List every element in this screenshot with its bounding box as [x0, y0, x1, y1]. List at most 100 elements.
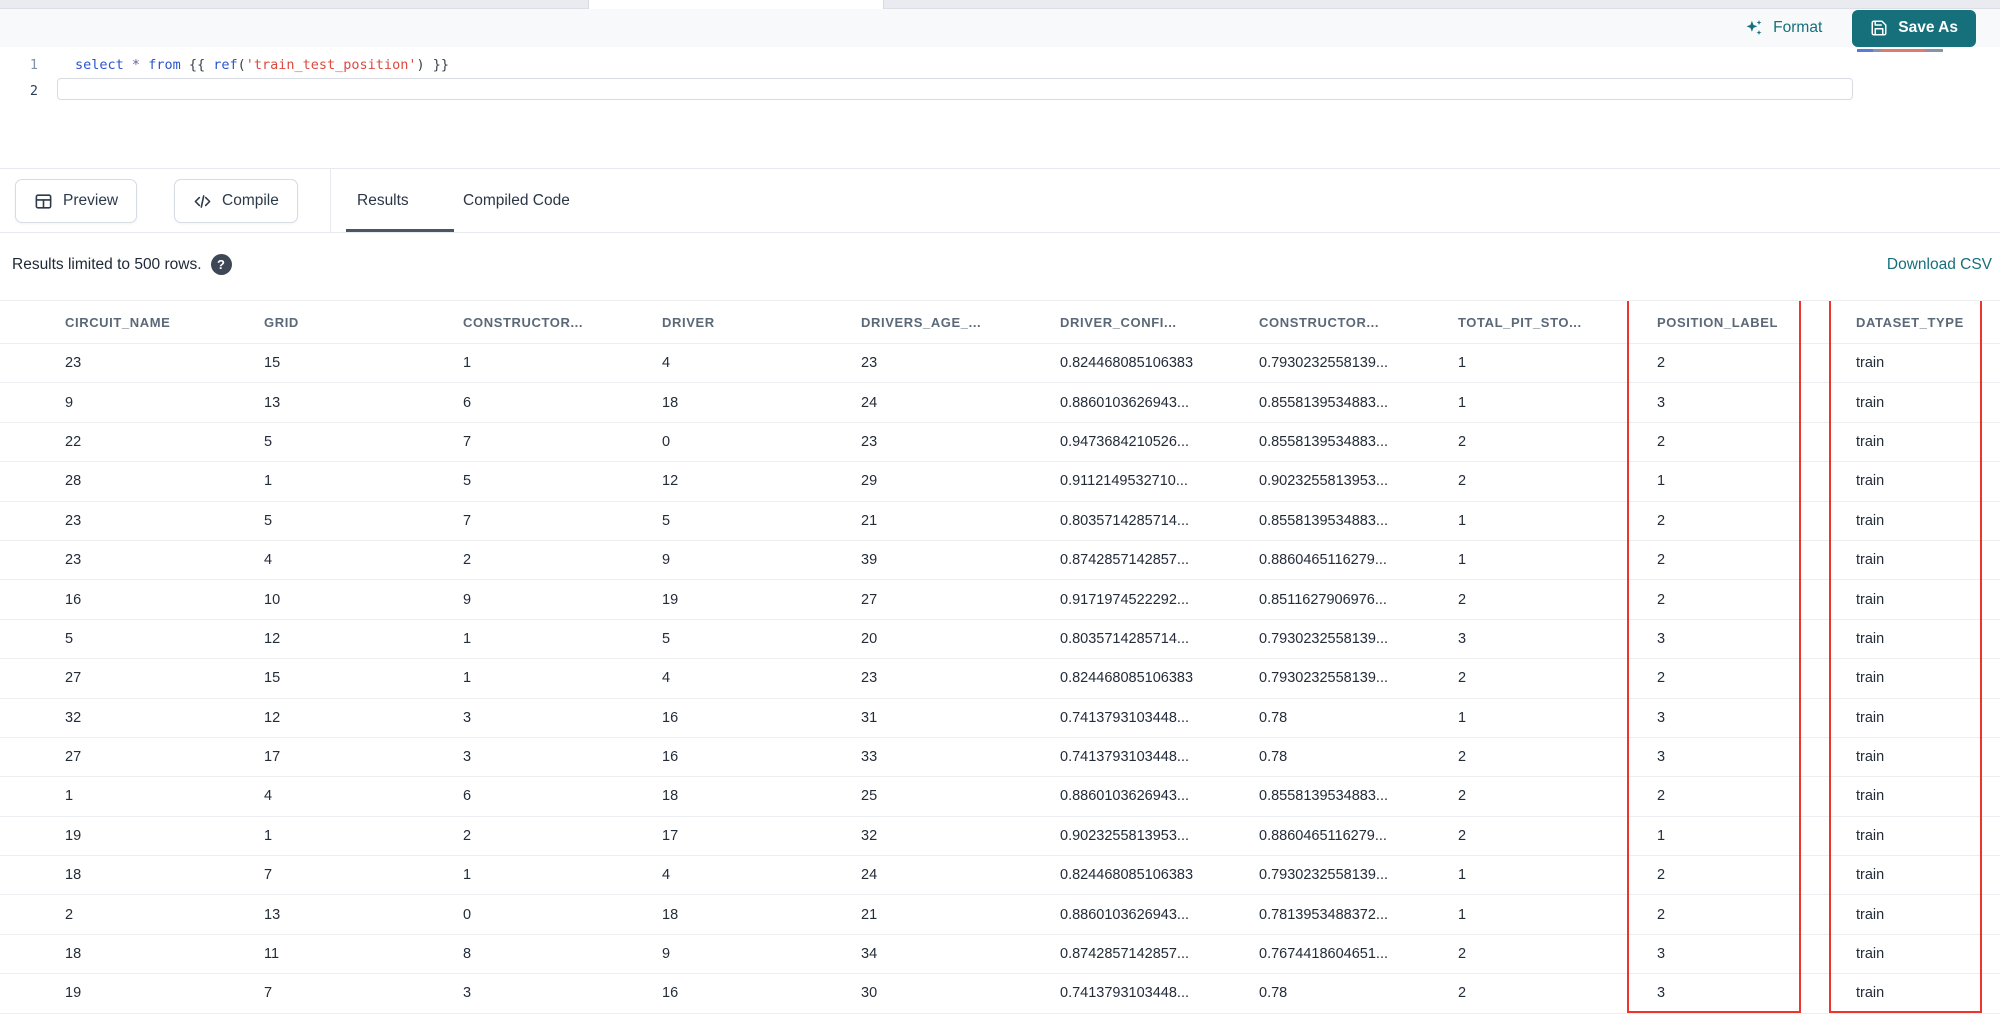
sparkles-icon: [1744, 18, 1764, 38]
column-header-drivers_age_: DRIVERS_AGE_...: [861, 314, 982, 330]
table-cell: 23: [65, 355, 82, 372]
table-cell: 2: [65, 906, 74, 923]
table-cell: 0.9023255813953...: [1060, 827, 1190, 844]
table-cell: 23: [861, 670, 878, 687]
help-icon[interactable]: ?: [210, 254, 232, 275]
code-token: from: [148, 57, 181, 73]
table-cell: 29: [861, 473, 878, 490]
table-cell: 22: [65, 433, 82, 450]
table-cell: 0.78: [1259, 749, 1288, 766]
table-cell: 15: [264, 355, 281, 372]
active-file-tab[interactable]: [588, 0, 884, 9]
table-cell: 27: [65, 749, 82, 766]
column-header-driver_confi: DRIVER_CONFI...: [1060, 314, 1177, 330]
table-cell: 5: [65, 630, 74, 647]
table-cell: 3: [463, 985, 472, 1002]
preview-button[interactable]: Preview: [15, 179, 138, 223]
results-limit-text: Results limited to 500 rows.: [12, 255, 202, 273]
table-cell: 18: [662, 788, 679, 805]
table-cell: 9: [463, 591, 472, 608]
code-token: ref: [213, 57, 238, 73]
divider: [0, 232, 2000, 233]
table-cell: 23: [861, 433, 878, 450]
table-cell: 9: [662, 552, 671, 569]
code-token: (: [237, 57, 246, 73]
table-cell: 7: [264, 867, 273, 884]
table-cell: 28: [65, 473, 82, 490]
table-icon: [34, 192, 53, 211]
table-cell: 7: [463, 512, 472, 529]
table-cell: 0.7813953488372...: [1259, 906, 1389, 923]
highlight-box-dataset-type: [1829, 301, 1982, 1013]
table-cell: 4: [662, 355, 671, 372]
table-cell: 19: [65, 985, 82, 1002]
table-cell: 0: [463, 906, 472, 923]
table-cell: 3: [463, 709, 472, 726]
table-cell: 33: [861, 749, 878, 766]
table-cell: 1: [463, 355, 472, 372]
table-cell: 19: [65, 827, 82, 844]
table-cell: 3: [463, 749, 472, 766]
table-cell: 0.8860103626943...: [1060, 788, 1190, 805]
table-cell: 30: [861, 985, 878, 1002]
table-cell: 25: [861, 788, 878, 805]
table-cell: 0.7674418604651...: [1259, 946, 1389, 963]
save-icon: [1870, 19, 1888, 37]
sql-ide-window: Format Save As 1 2 select * from {{ ref(…: [0, 0, 2000, 1020]
table-cell: 5: [264, 512, 273, 529]
table-cell: 0.7930232558139...: [1259, 670, 1389, 687]
table-cell: 9: [65, 394, 74, 411]
divider: [330, 169, 331, 232]
table-cell: 0.7413793103448...: [1060, 749, 1190, 766]
table-cell: 16: [662, 709, 679, 726]
table-cell: 1: [264, 473, 273, 490]
table-cell: 0.8558139534883...: [1259, 433, 1389, 450]
compile-button[interactable]: Compile: [174, 179, 298, 223]
table-cell: 4: [662, 867, 671, 884]
table-cell: 27: [65, 670, 82, 687]
column-header-circuit_name: CIRCUIT_NAME: [65, 314, 171, 330]
table-cell: 13: [264, 394, 281, 411]
active-line-cursor-box: [57, 78, 1853, 100]
preview-button-label: Preview: [63, 192, 119, 209]
editor-tab-strip: [0, 0, 2000, 9]
results-limit-note: Results limited to 500 rows. ?: [12, 254, 232, 275]
table-cell: 0.8558139534883...: [1259, 512, 1389, 529]
editor-minimap[interactable]: [1857, 47, 1989, 57]
sql-editor[interactable]: 1 2 select * from {{ ref('train_test_pos…: [0, 47, 2000, 168]
table-cell: 18: [65, 946, 82, 963]
table-cell: 0.8860103626943...: [1060, 906, 1190, 923]
compile-button-label: Compile: [222, 192, 279, 209]
tab-compiled-code[interactable]: Compiled Code: [463, 169, 570, 232]
line-number: 2: [29, 83, 38, 99]
table-cell: 0.7930232558139...: [1259, 867, 1389, 884]
table-cell: 10: [264, 591, 281, 608]
format-button[interactable]: Format: [1744, 18, 1822, 38]
table-cell: 0.9171974522292...: [1060, 591, 1190, 608]
tab-results[interactable]: Results: [357, 169, 409, 232]
table-cell: 7: [264, 985, 273, 1002]
table-cell: 0.7930232558139...: [1259, 630, 1389, 647]
code-token: *: [131, 57, 141, 73]
table-cell: 7: [463, 433, 472, 450]
table-cell: 0.8035714285714...: [1060, 630, 1190, 647]
table-cell: 20: [861, 630, 878, 647]
table-cell: 0.8860103626943...: [1060, 394, 1190, 411]
save-as-button-label: Save As: [1898, 19, 1958, 36]
code-line[interactable]: select * from {{ ref('train_test_positio…: [75, 56, 449, 74]
table-cell: 0.9473684210526...: [1060, 433, 1190, 450]
table-cell: 0.824468085106383: [1060, 867, 1194, 884]
table-cell: 2: [463, 552, 472, 569]
table-cell: 0.8558139534883...: [1259, 788, 1389, 805]
table-cell: 1: [463, 670, 472, 687]
save-as-button[interactable]: Save As: [1852, 9, 1976, 47]
download-csv-link[interactable]: Download CSV: [1887, 256, 1992, 274]
code-icon: [193, 192, 212, 211]
table-cell: 13: [264, 906, 281, 923]
highlight-box-position-label: [1627, 301, 1801, 1013]
column-header-constructor: CONSTRUCTOR...: [1259, 314, 1380, 330]
table-cell: 4: [264, 552, 273, 569]
table-cell: 1: [463, 630, 472, 647]
table-cell: 5: [463, 473, 472, 490]
